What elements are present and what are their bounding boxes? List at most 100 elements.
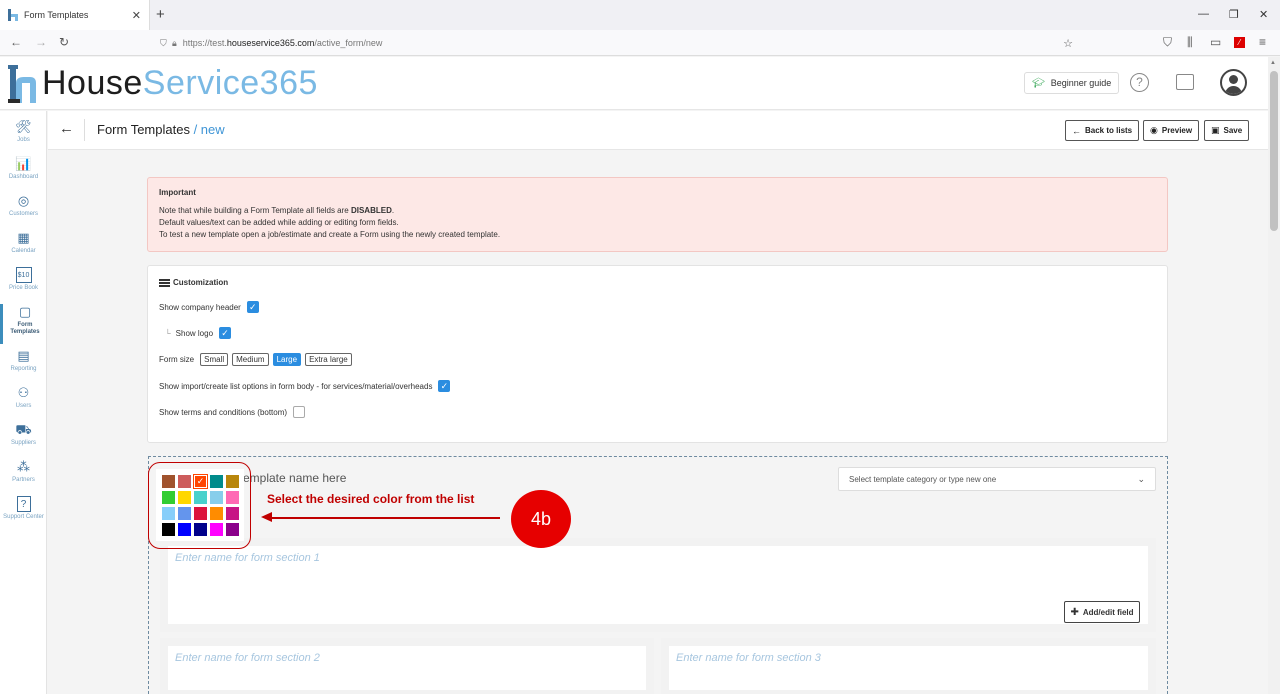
sidebar-item-label: Reporting (10, 366, 37, 372)
sidebar-item-dashboard[interactable]: 📊 Dashboard (0, 156, 47, 192)
sidebar-item-jobs[interactable]: 🛠 Jobs (0, 119, 47, 155)
reload-icon[interactable]: ↻ (59, 35, 69, 49)
show-terms-checkbox[interactable] (293, 406, 306, 418)
logo-service: Service365 (142, 64, 318, 102)
sidebar-item-label: Dashboard (8, 174, 39, 180)
network-icon: ⁂ (17, 459, 30, 474)
minimize-icon[interactable]: — (1198, 8, 1209, 20)
sidebar-item-label: Jobs (17, 137, 30, 143)
pocket-icon[interactable]: ⛉ (1163, 35, 1172, 50)
show-terms-label: Show terms and conditions (bottom) (159, 407, 288, 417)
sidebar-item-users[interactable]: ⚇ Users (0, 385, 47, 421)
section-3-name-input[interactable]: Enter name for form section 3 (676, 652, 821, 664)
folder-icon[interactable] (1176, 74, 1194, 90)
page-title-main: Form Templates (97, 122, 190, 137)
form-section-2[interactable]: Enter name for form section 2 (160, 638, 654, 694)
sidebar-item-reporting[interactable]: ▤ Reporting (0, 348, 47, 384)
category-placeholder: Select template category or type new one (849, 474, 997, 484)
arrow-left-icon: ← (1072, 125, 1081, 136)
show-logo-checkbox[interactable]: ✓ (219, 327, 232, 339)
notice-title: Important (159, 188, 196, 197)
form-section-3[interactable]: Enter name for form section 3 (661, 638, 1156, 694)
add-edit-field-button[interactable]: ✚ Add/edit field (1064, 601, 1140, 623)
page-title-sub: / new (189, 122, 225, 137)
sidebar-toggle-icon[interactable]: ▭ (1210, 35, 1221, 49)
back-icon[interactable]: ← (10, 35, 22, 49)
show-logo-row: └ Show logo ✓ (159, 327, 232, 339)
forward-icon[interactable]: → (35, 35, 47, 49)
form-icon: ▢ (18, 304, 32, 319)
preview-button[interactable]: ◉ Preview (1143, 120, 1200, 141)
scroll-up-icon[interactable]: ▲ (1270, 60, 1276, 66)
scrollbar-thumb[interactable] (1270, 71, 1278, 231)
show-company-header-label: Show company header (159, 302, 241, 312)
step-badge: 4b (511, 490, 571, 548)
browser-tab-bar: Form Templates ✕ + — ❐ ✕ (0, 0, 1280, 30)
close-window-icon[interactable]: ✕ (1259, 8, 1268, 21)
instruction-annotation: Select the desired color from the list (267, 492, 475, 506)
restore-icon[interactable]: ❐ (1229, 8, 1239, 21)
save-label: Save (1223, 126, 1243, 135)
form-size-label: Form size (159, 355, 195, 364)
bookmark-star-icon[interactable]: ☆ (1063, 37, 1073, 50)
show-import-checkbox[interactable]: ✓ (438, 380, 451, 392)
color-picker-highlight (148, 462, 251, 549)
sidebar-item-customers[interactable]: ◎ Customers (0, 193, 47, 229)
page-title: Form Templates / new (97, 122, 225, 137)
browser-tab-title: Form Templates (24, 10, 89, 20)
divider (84, 119, 85, 141)
section-1-name-input[interactable]: Enter name for form section 1 (175, 552, 320, 564)
size-small-button[interactable]: Small (200, 353, 229, 366)
form-section-1[interactable]: Enter name for form section 1 (160, 538, 1156, 632)
beginner-guide-label: Beginner guide (1050, 78, 1112, 88)
back-to-lists-button[interactable]: ← Back to lists (1065, 120, 1140, 141)
show-import-row: Show import/create list options in form … (159, 380, 451, 392)
sidebar: 🛠 Jobs 📊 Dashboard ◎ Customers ▦ Calenda… (0, 111, 47, 694)
help-icon[interactable]: ? (1130, 73, 1149, 92)
url-domain: houseservice365.com (226, 38, 315, 48)
url-path: /active_form/new (314, 38, 383, 48)
back-arrow-icon[interactable]: ← (59, 120, 74, 137)
template-name-input[interactable]: emplate name here (243, 471, 346, 485)
notice-line-3: To test a new template open a job/estima… (159, 230, 501, 239)
section-2-name-input[interactable]: Enter name for form section 2 (175, 652, 320, 664)
sidebar-item-label: Price Book (8, 285, 38, 291)
page-scrollbar[interactable]: ▲ (1268, 57, 1280, 694)
sidebar-item-suppliers[interactable]: ⛟ Suppliers (0, 422, 47, 458)
sidebar-item-label: Calendar (11, 248, 36, 254)
show-company-header-checkbox[interactable]: ✓ (246, 301, 259, 313)
notice-disabled: DISABLED (350, 206, 392, 215)
sidebar-item-support-center[interactable]: ? Support Center (0, 496, 47, 536)
target-icon: ◎ (17, 193, 30, 208)
sidebar-item-partners[interactable]: ⁂ Partners (0, 459, 47, 495)
close-tab-icon[interactable]: ✕ (132, 9, 141, 22)
annotation-arrow-icon (261, 512, 500, 522)
save-button[interactable]: ▣ Save (1204, 120, 1250, 141)
show-company-header-row: Show company header ✓ (159, 301, 259, 313)
extension-icon[interactable]: ⁄ (1234, 37, 1245, 48)
menu-icon[interactable]: ≡ (1259, 35, 1266, 49)
browser-nav-bar: ← → ↻ ⛉ 🔒︎ https://test. houseservice365.… (0, 30, 1280, 56)
sidebar-item-label: Form Templates (10, 322, 40, 335)
new-tab-icon[interactable]: + (156, 6, 165, 23)
plus-icon: ✚ (1070, 606, 1079, 618)
sidebar-item-calendar[interactable]: ▦ Calendar (0, 230, 47, 266)
sidebar-item-price-book[interactable]: $10 Price Book (0, 267, 47, 303)
beginner-guide-button[interactable]: 🎓︎ Beginner guide (1024, 72, 1120, 94)
sidebar-item-form-templates[interactable]: ▢ Form Templates (0, 304, 47, 344)
show-logo-label: Show logo (175, 328, 214, 338)
support-icon: ? (16, 496, 31, 512)
notice-line-1: Note that while building a Form Template… (159, 205, 1156, 217)
app-logo[interactable]: HouseService365 (8, 63, 318, 103)
size-medium-button[interactable]: Medium (232, 353, 269, 366)
browser-tab[interactable]: Form Templates ✕ (0, 0, 150, 30)
user-avatar-icon[interactable] (1220, 69, 1247, 96)
size-extra-large-button[interactable]: Extra large (305, 353, 352, 366)
sidebar-item-label: Partners (12, 477, 35, 483)
report-icon: ▤ (17, 348, 30, 363)
url-bar[interactable]: ⛉ 🔒︎ https://test. houseservice365.com/ac… (150, 33, 1085, 53)
notice-text: Note that while building a Form Template… (159, 206, 351, 215)
template-category-select[interactable]: Select template category or type new one… (838, 467, 1156, 491)
library-icon[interactable]: ⫼ (1187, 35, 1193, 50)
size-large-button[interactable]: Large (272, 353, 302, 366)
